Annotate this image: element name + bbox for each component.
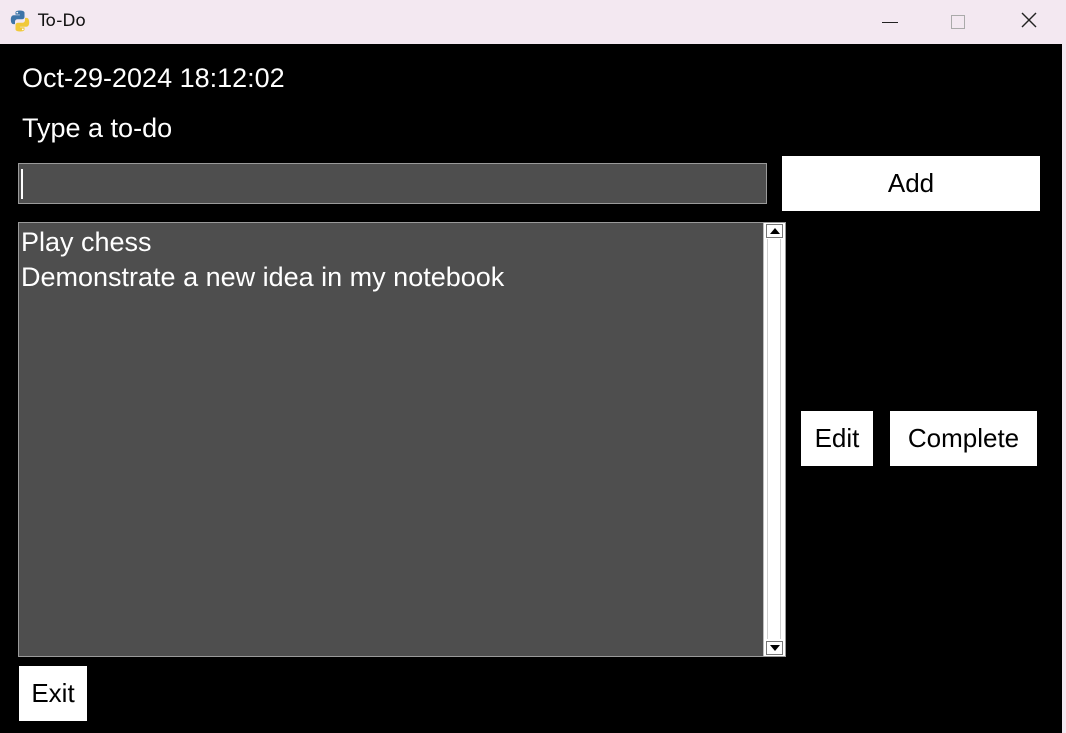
list-item[interactable]: Play chess	[21, 225, 761, 260]
scroll-up-button[interactable]	[766, 224, 783, 238]
window-title: To-Do	[38, 11, 86, 31]
todo-list: Play chess Demonstrate a new idea in my …	[21, 225, 761, 295]
scroll-down-button[interactable]	[766, 641, 783, 655]
vertical-scrollbar[interactable]	[763, 223, 785, 656]
maximize-button[interactable]	[924, 0, 992, 44]
close-button[interactable]	[995, 0, 1063, 44]
close-icon	[1020, 11, 1038, 33]
prompt-label: Type a to-do	[22, 113, 173, 143]
scroll-track[interactable]	[767, 239, 781, 639]
todo-listbox[interactable]: Play chess Demonstrate a new idea in my …	[18, 222, 786, 657]
exit-button[interactable]: Exit	[19, 666, 87, 721]
maximize-icon	[951, 15, 965, 29]
minimize-icon	[882, 21, 898, 23]
python-icon	[8, 9, 32, 33]
app-client-area: Oct-29-2024 18:12:02 Type a to-do Add Pl…	[0, 44, 1062, 733]
title-bar[interactable]: To-Do	[0, 0, 1066, 44]
minimize-button[interactable]	[856, 0, 924, 44]
text-caret	[21, 169, 23, 199]
edit-button[interactable]: Edit	[801, 411, 873, 466]
arrow-down-icon	[769, 645, 780, 651]
app-window: To-Do Oct-29-2024 18:12:02 Type a to-do …	[0, 0, 1066, 733]
arrow-up-icon	[769, 228, 780, 234]
datetime-label: Oct-29-2024 18:12:02	[22, 63, 285, 93]
todo-input[interactable]	[18, 163, 767, 204]
complete-button[interactable]: Complete	[890, 411, 1037, 466]
window-edge	[1062, 44, 1066, 733]
add-button[interactable]: Add	[782, 156, 1040, 211]
list-item[interactable]: Demonstrate a new idea in my notebook	[21, 260, 761, 295]
